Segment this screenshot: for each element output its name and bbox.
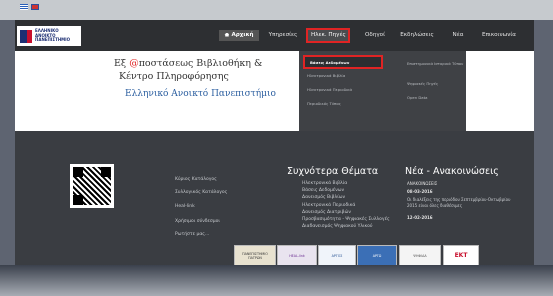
hero-subtitle: Ελληνικό Ανοικτό Πανεπιστήμιο bbox=[125, 89, 276, 99]
logo-text: ΕΛΛΗΝΙΚΟ ΑΝΟΙΚΤΟ ΠΑΝΕΠΙΣΤΗΜΙΟ bbox=[35, 28, 71, 43]
logo-mark-icon bbox=[20, 29, 32, 43]
link-ask-us[interactable]: Ρωτήστε μας... bbox=[175, 232, 209, 237]
topic-link[interactable]: Διαδανεισμός Ψηφιακού Υλικού bbox=[302, 224, 373, 229]
nav-guides[interactable]: Οδηγοί bbox=[363, 30, 387, 41]
nav-electronic-sources[interactable]: Ηλεκ. Πηγές bbox=[306, 28, 350, 43]
topics-heading: Συχνότερα Θέματα bbox=[287, 166, 379, 177]
topic-link[interactable]: Προσβασιμότητα - Ψηφιακές Συλλογές bbox=[302, 217, 390, 222]
partner-logo-ekt[interactable]: ΕΚΤ bbox=[443, 245, 479, 267]
nav-services[interactable]: Υπηρεσίες bbox=[266, 30, 300, 41]
partner-logo-upatras[interactable]: ΠΑΝΕΠΙΣΤΗΜΙΟ ΠΑΤΡΩΝ bbox=[234, 245, 276, 267]
topic-link[interactable]: Ηλεκτρονικά Βιβλία bbox=[302, 181, 347, 186]
greek-flag-icon[interactable] bbox=[20, 4, 28, 10]
news-date: 08-03-2016 bbox=[407, 189, 433, 194]
dropdown-item-scientific-press[interactable]: Επιστημονικά Ιστορικά Τύπου bbox=[407, 61, 463, 66]
browser-top-bar bbox=[0, 0, 553, 20]
news-label: ΑΝΑΚΟΙΝΩΣΕΙΣ bbox=[407, 181, 438, 186]
topic-link[interactable]: Δανεισμός Διατριβών bbox=[302, 210, 351, 215]
page-background-bottom bbox=[0, 265, 553, 296]
dropdown-item-open-data[interactable]: Open Data bbox=[407, 95, 427, 100]
dropdown-item-databases[interactable]: Βάσεις Δεδομένων bbox=[303, 55, 383, 69]
partner-logo-heal-link[interactable]: HEAL-link bbox=[277, 245, 317, 267]
hero-title-line1: Εξ @ποστάσεως Βιβλιοθήκη & bbox=[114, 58, 263, 69]
link-heal-link[interactable]: Heal-link bbox=[175, 204, 195, 209]
nav-events[interactable]: Εκδηλώσεις bbox=[399, 30, 435, 41]
english-flag-icon[interactable] bbox=[31, 4, 39, 10]
nav-contact[interactable]: Επικοινωνία bbox=[479, 30, 519, 41]
link-union-catalog[interactable]: Συλλογικός Κατάλογος bbox=[175, 190, 227, 195]
nav-news[interactable]: Νέα bbox=[451, 30, 465, 41]
link-main-catalog[interactable]: Κύριος Κατάλογος bbox=[175, 177, 217, 182]
news-date: 12-02-2016 bbox=[407, 215, 433, 220]
home-icon bbox=[224, 32, 230, 37]
electronic-sources-dropdown: Βάσεις Δεδομένων Ηλεκτρονικά Βιβλία Ηλεκ… bbox=[299, 51, 466, 136]
partner-logo-psifida[interactable]: ΨΗΦΙΔΑ bbox=[399, 245, 441, 267]
topic-link[interactable]: Ηλεκτρονικά Περιοδικά bbox=[302, 203, 355, 208]
dropdown-item-periodical-press[interactable]: Περιοδικός Τύπος bbox=[307, 101, 341, 106]
topic-link[interactable]: Βάσεις Δεδομένων bbox=[302, 188, 344, 193]
nav-home[interactable]: Αρχική bbox=[219, 30, 259, 41]
topic-link[interactable]: Δανεισμός Βιβλίων bbox=[302, 195, 345, 200]
news-heading: Νέα - Ανακοινώσεις bbox=[405, 166, 499, 177]
university-logo[interactable]: ΕΛΛΗΝΙΚΟ ΑΝΟΙΚΤΟ ΠΑΝΕΠΙΣΤΗΜΙΟ bbox=[17, 26, 81, 46]
dropdown-item-ejournals[interactable]: Ηλεκτρονικά Περιοδικά bbox=[307, 87, 352, 92]
site-header: ΕΛΛΗΝΙΚΟ ΑΝΟΙΚΤΟ ΠΑΝΕΠΙΣΤΗΜΙΟ Αρχική Υπη… bbox=[15, 20, 534, 51]
partner-logo-argos[interactable]: ΑΡΓΟΣ bbox=[318, 245, 356, 267]
dropdown-item-digital-sources[interactable]: Ψηφιακές Πηγές bbox=[407, 81, 438, 86]
link-useful-links[interactable]: Χρήσιμοι σύνδεσμοι bbox=[175, 219, 220, 224]
hero-title-line2: Κέντρο Πληροφόρησης bbox=[119, 71, 229, 82]
partner-logo-argo[interactable]: ΑΡΓΩ bbox=[357, 245, 397, 267]
dropdown-item-ebooks[interactable]: Ηλεκτρονικά Βιβλία bbox=[307, 73, 345, 78]
news-item-link[interactable]: Οι διαλέξεις της περιόδου Σεπτεμβρίου-Οκ… bbox=[407, 197, 517, 209]
qr-code bbox=[70, 164, 114, 208]
library-website: ΕΛΛΗΝΙΚΟ ΑΝΟΙΚΤΟ ΠΑΝΕΠΙΣΤΗΜΙΟ Αρχική Υπη… bbox=[15, 20, 534, 285]
